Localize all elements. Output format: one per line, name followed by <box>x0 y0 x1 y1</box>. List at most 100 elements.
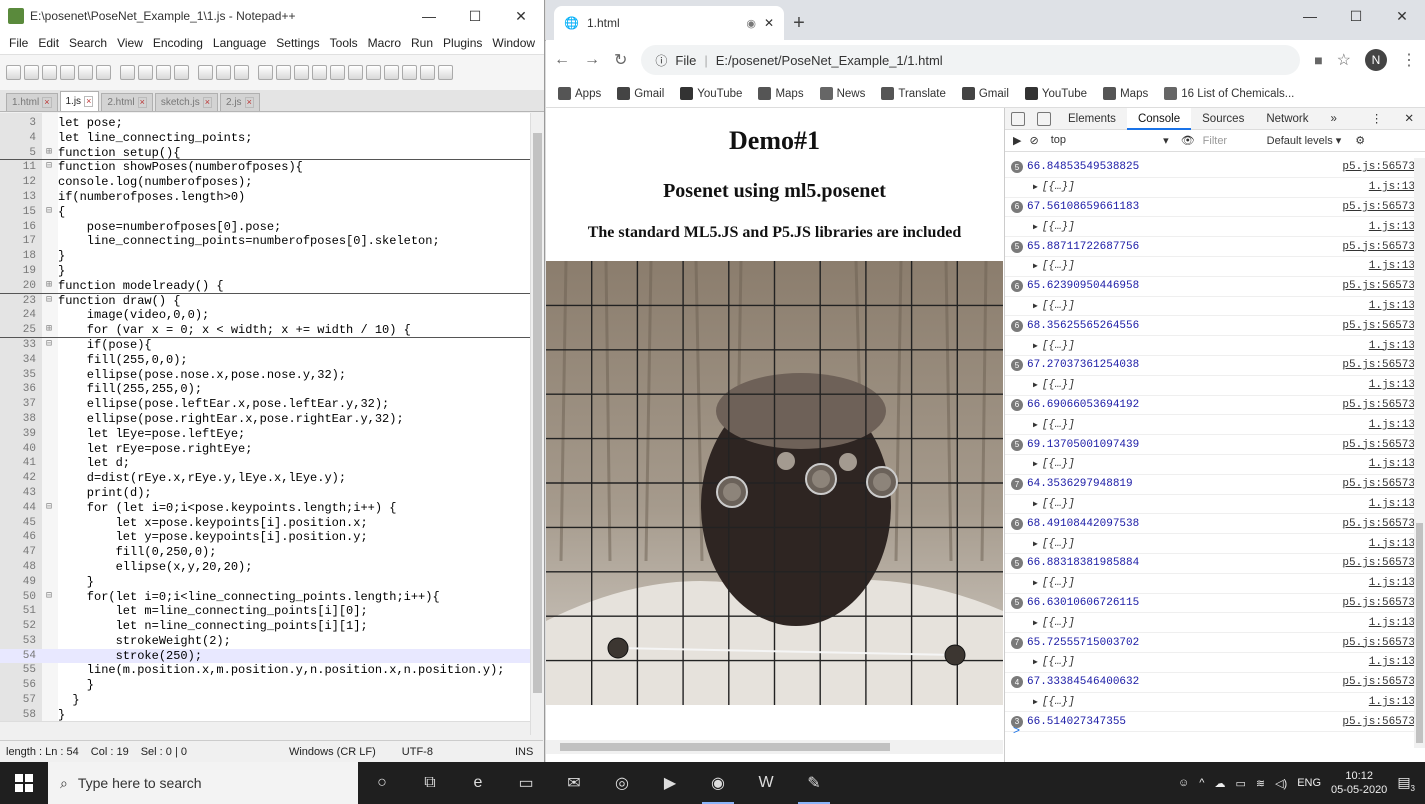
expand-triangle-icon[interactable]: ▶ <box>1033 262 1038 271</box>
fold-marker-icon[interactable]: ⊞ <box>40 279 58 293</box>
source-link[interactable]: p5.js:56573 <box>1342 201 1415 213</box>
code-line[interactable]: 50 ⊟ for(let i=0;i<line_connecting_points… <box>0 590 530 605</box>
close-tab-icon[interactable]: × <box>244 97 254 108</box>
object-entry[interactable]: ▶ [{…}] <box>1011 538 1075 550</box>
devtools-menu-icon[interactable]: ⋮ <box>1360 108 1394 130</box>
camera-icon[interactable]: ■ <box>1314 52 1322 68</box>
fold-marker-icon[interactable]: ⊟ <box>40 160 58 175</box>
code-line[interactable]: 20 ⊞ function modelready() { <box>0 279 530 294</box>
source-link[interactable]: 1.js:13 <box>1369 617 1415 629</box>
console-prompt[interactable]: > <box>1013 723 1020 737</box>
console-object-message[interactable]: ▶ [{…}] 1.js:13 <box>1005 455 1415 475</box>
object-entry[interactable]: ▶ [{…}] <box>1011 617 1075 629</box>
console-object-message[interactable]: ▶ [{…}] 1.js:13 <box>1005 653 1415 673</box>
close-tab-icon[interactable]: × <box>42 97 52 108</box>
bookmark-item[interactable]: 16 List of Chemicals... <box>1164 87 1294 100</box>
tab-1-html[interactable]: 🌐 1.html ◉ ✕ <box>554 6 784 40</box>
forward-icon[interactable]: → <box>584 51 600 69</box>
context-select[interactable]: top ▾ <box>1047 134 1173 147</box>
scroll-thumb[interactable] <box>533 133 542 693</box>
editor-vertical-scrollbar[interactable] <box>530 113 543 735</box>
code-line[interactable]: 34 fill(255,0,0); <box>0 353 530 368</box>
code-line[interactable]: 5 ⊞ function setup(){ <box>0 146 530 161</box>
toolbar-button[interactable] <box>348 65 363 80</box>
expand-triangle-icon[interactable]: ▶ <box>1033 381 1038 390</box>
console-filter-input[interactable]: Filter <box>1203 135 1259 147</box>
more-tabs-button[interactable]: » <box>1320 108 1348 130</box>
bookmark-item[interactable]: News <box>819 87 865 100</box>
source-link[interactable]: 1.js:13 <box>1369 538 1415 550</box>
toolbar-button[interactable] <box>156 65 171 80</box>
object-entry[interactable]: ▶ [{…}] <box>1011 419 1075 431</box>
chrome-maximize-button[interactable]: ☐ <box>1333 0 1379 32</box>
bookmark-item[interactable]: Maps <box>1103 87 1148 100</box>
console-object-message[interactable]: ▶ [{…}] 1.js:13 <box>1005 297 1415 317</box>
toolbar-button[interactable] <box>276 65 291 80</box>
bookmark-item[interactable]: Apps <box>558 87 601 100</box>
object-entry[interactable]: ▶ [{…}] <box>1011 181 1075 193</box>
device-toolbar-icon[interactable] <box>1037 111 1051 126</box>
toolbar-button[interactable] <box>402 65 417 80</box>
battery-icon[interactable]: ▭ <box>1235 777 1245 790</box>
file-tab[interactable]: 1.html × <box>6 93 58 111</box>
object-entry[interactable]: ▶ [{…}] <box>1011 577 1075 589</box>
console-object-message[interactable]: ▶ [{…}] 1.js:13 <box>1005 257 1415 277</box>
source-link[interactable]: p5.js:56573 <box>1342 359 1415 371</box>
source-link[interactable]: p5.js:56573 <box>1342 518 1415 530</box>
language-indicator[interactable]: ENG <box>1297 777 1321 789</box>
console-object-message[interactable]: ▶ [{…}] 1.js:13 <box>1005 574 1415 594</box>
toolbar-button[interactable] <box>6 65 21 80</box>
source-link[interactable]: p5.js:56573 <box>1342 597 1415 609</box>
page-scroll-thumb[interactable] <box>560 743 890 751</box>
clock[interactable]: 10:12 05-05-2020 <box>1331 769 1387 797</box>
console-scrollbar[interactable] <box>1414 158 1425 748</box>
start-button[interactable] <box>0 762 48 804</box>
expand-triangle-icon[interactable]: ▶ <box>1033 302 1038 311</box>
log-levels-select[interactable]: Default levels ▾ <box>1267 134 1342 147</box>
devtools-close-icon[interactable]: ✕ <box>1393 108 1425 130</box>
bookmark-item[interactable]: YouTube <box>680 87 742 100</box>
source-link[interactable]: p5.js:56573 <box>1342 557 1415 569</box>
info-icon[interactable]: ⓘ <box>655 52 667 69</box>
source-link[interactable]: p5.js:56573 <box>1342 280 1415 292</box>
toolbar-button[interactable] <box>24 65 39 80</box>
menu-item[interactable]: Edit <box>33 36 64 50</box>
toolbar-button[interactable] <box>120 65 135 80</box>
code-line[interactable]: 42 d=dist(rEye.x,rEye.y,lEye.x,lEye.y); <box>0 471 530 486</box>
toolbar-button[interactable] <box>438 65 453 80</box>
wifi-icon[interactable]: ≋ <box>1256 777 1265 790</box>
menu-item[interactable]: Settings <box>271 36 324 50</box>
expand-triangle-icon[interactable]: ▶ <box>1033 183 1038 192</box>
code-line[interactable]: 47 fill(0,250,0); <box>0 545 530 560</box>
file-tab[interactable]: 2.js × <box>220 93 260 111</box>
console-object-message[interactable]: ▶ [{…}] 1.js:13 <box>1005 217 1415 238</box>
expand-triangle-icon[interactable]: ▶ <box>1033 698 1038 707</box>
chrome-close-button[interactable]: ✕ <box>1379 0 1425 32</box>
code-line[interactable]: 17 line_connecting_points=numberofposes[… <box>0 234 530 249</box>
bookmark-item[interactable]: Maps <box>758 87 804 100</box>
console-object-message[interactable]: ▶ [{…}] 1.js:13 <box>1005 415 1415 436</box>
source-link[interactable]: 1.js:13 <box>1369 379 1415 391</box>
toolbar-button[interactable] <box>174 65 189 80</box>
source-link[interactable]: 1.js:13 <box>1369 340 1415 352</box>
source-link[interactable]: p5.js:56573 <box>1342 399 1415 411</box>
console-object-message[interactable]: ▶ [{…}] 1.js:13 <box>1005 495 1415 515</box>
console-scroll-thumb[interactable] <box>1416 523 1423 743</box>
new-tab-button[interactable]: + <box>784 6 814 40</box>
console-object-message[interactable]: ▶ [{…}] 1.js:13 <box>1005 534 1415 554</box>
code-line[interactable]: 43 print(d); <box>0 486 530 501</box>
source-link[interactable]: p5.js:56573 <box>1342 439 1415 451</box>
console-object-message[interactable]: ▶ [{…}] 1.js:13 <box>1005 693 1415 713</box>
object-entry[interactable]: ▶ [{…}] <box>1011 498 1075 510</box>
close-tab-icon[interactable]: × <box>137 97 147 108</box>
devtools-tab[interactable]: Sources <box>1191 108 1255 130</box>
mail-icon[interactable]: ✉ <box>550 762 598 804</box>
toolbar-button[interactable] <box>420 65 435 80</box>
toolbar-button[interactable] <box>138 65 153 80</box>
close-tab-icon[interactable]: ✕ <box>764 16 774 30</box>
devtools-tab[interactable]: Network <box>1255 108 1319 130</box>
source-link[interactable]: p5.js:56573 <box>1342 637 1415 649</box>
code-line[interactable]: 40 let rEye=pose.rightEye; <box>0 442 530 457</box>
code-line[interactable]: 36 fill(255,255,0); <box>0 382 530 397</box>
code-editor[interactable]: 3 let pose; 4 let line_connecting_points; 5 ⊞… <box>0 113 543 735</box>
